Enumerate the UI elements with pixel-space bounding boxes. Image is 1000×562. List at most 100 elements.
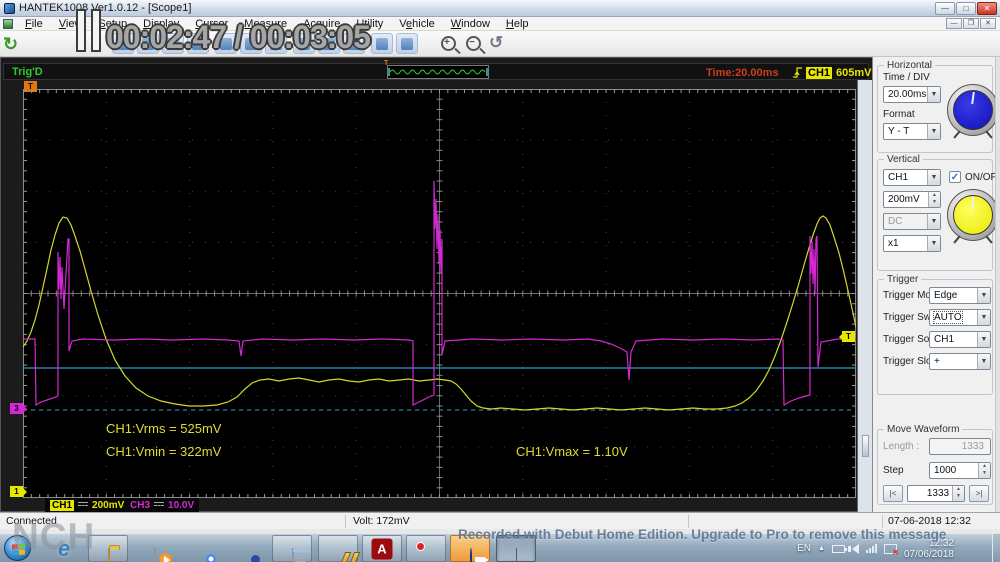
- step-spinner[interactable]: 1000 ▲ ▼: [929, 462, 991, 479]
- preview-waveform: [388, 68, 488, 76]
- taskbar-firefox[interactable]: [226, 535, 266, 562]
- trigger-sweep-select[interactable]: AUTO ▼: [929, 309, 991, 326]
- trigger-level-readout: 605mV: [836, 67, 872, 79]
- taskbar-notepad[interactable]: [272, 535, 312, 562]
- horizontal-title: Horizontal: [884, 60, 936, 71]
- volt-scale-spinner[interactable]: 200mV ▲ ▼: [883, 191, 941, 208]
- mdi-minimize-button[interactable]: —: [946, 18, 962, 29]
- ch3-level-marker[interactable]: 3: [10, 403, 27, 414]
- length-field: 1333: [929, 438, 991, 455]
- media-player-icon: [154, 547, 172, 562]
- dc-coupling-icon: [154, 501, 165, 509]
- go-last-button[interactable]: >|: [969, 485, 989, 502]
- signal-icon[interactable]: [865, 544, 877, 553]
- debut-camera-icon: [470, 547, 472, 562]
- debut-watermark: Recorded with Debut Home Edition. Upgrad…: [458, 527, 947, 542]
- open-file-icon[interactable]: ↻: [3, 33, 18, 55]
- control-panel: Horizontal Time / DIV 20.00ms ▼ Format Y …: [872, 57, 1000, 512]
- vertical-knob[interactable]: [947, 189, 999, 244]
- volt-readout: Volt: 172mV: [353, 515, 410, 527]
- menu-item-vehicle[interactable]: Vehicle: [391, 18, 442, 30]
- move-waveform-title: Move Waveform: [884, 424, 963, 435]
- step-label: Step: [883, 465, 904, 476]
- mdi-restore-button[interactable]: ❐: [963, 18, 979, 29]
- trigger-channel-badge: CH1: [806, 67, 833, 79]
- taskbar-adobe-reader[interactable]: A: [362, 535, 402, 562]
- recorder-pause-icon: [76, 9, 86, 52]
- ch3-scale-value: 10.0V: [168, 499, 195, 511]
- recorder-timer: 00:02:47 / 00:03:05: [106, 19, 371, 55]
- close-button[interactable]: ✕: [977, 2, 997, 15]
- trigger-title: Trigger: [884, 274, 922, 285]
- probe-select[interactable]: x1 ▼: [883, 235, 941, 252]
- panel-scrollbar[interactable]: [995, 57, 1000, 512]
- scope1-window-icon[interactable]: [3, 18, 13, 29]
- measurement-vrms: CH1:Vrms = 525mV: [106, 421, 222, 436]
- trigger-level-marker[interactable]: T: [839, 331, 855, 342]
- time-per-div-readout: Time:20.00ms: [706, 67, 779, 79]
- oscilloscope-app-icon: [516, 547, 554, 562]
- measurement-vmin: CH1:Vmin = 322mV: [106, 444, 222, 459]
- waveform-canvas: [23, 89, 856, 498]
- show-desktop-button[interactable]: [992, 534, 1000, 562]
- time-div-select[interactable]: 20.00ms ▼: [883, 86, 941, 103]
- length-label: Length :: [883, 441, 920, 452]
- zoom-out-icon[interactable]: −: [466, 36, 481, 51]
- ch3-scale-label[interactable]: CH3 10.0V: [125, 498, 200, 512]
- notepad-icon: [292, 547, 294, 562]
- time-div-label: Time / DIV: [883, 72, 930, 83]
- app-icon: [4, 2, 15, 14]
- mdi-close-button[interactable]: ✕: [980, 18, 996, 29]
- language-indicator[interactable]: EN: [797, 543, 811, 554]
- scope-status-bar: Trig'D T Time:20.00ms CH1 605mV: [3, 60, 872, 80]
- ch1-level-marker[interactable]: 1: [10, 486, 27, 497]
- trigger-mode-select[interactable]: Edge ▼: [929, 287, 991, 304]
- toolbar-button[interactable]: [396, 33, 418, 54]
- panel-splitter[interactable]: [857, 80, 873, 513]
- tray-date: 07/06/2018: [903, 548, 954, 560]
- zoom-in-icon[interactable]: +: [441, 36, 456, 51]
- splitter-grip[interactable]: [862, 435, 869, 457]
- screen: HANTEK1008 Ver1.0.12 - [Scope1] — □ ✕ Fi…: [0, 0, 1000, 562]
- maximize-button[interactable]: □: [956, 2, 976, 15]
- undo-icon[interactable]: ↺: [489, 33, 503, 53]
- channel-select[interactable]: CH1 ▼: [883, 169, 941, 186]
- minimize-button[interactable]: —: [935, 2, 955, 15]
- taskbar-media-player[interactable]: [134, 535, 174, 562]
- adobe-reader-icon: A: [371, 538, 393, 559]
- menu-item-file[interactable]: File: [17, 18, 51, 30]
- scope-region: Trig'D T Time:20.00ms CH1 605mV CH1:Vrms…: [0, 57, 873, 513]
- ch1-badge: CH1: [50, 499, 75, 511]
- menu-item-window[interactable]: Window: [443, 18, 498, 30]
- toolbar-button[interactable]: [371, 33, 393, 54]
- hidden-icons-chevron[interactable]: ▲: [818, 545, 825, 552]
- network-error-icon[interactable]: [883, 543, 899, 557]
- position-spinner[interactable]: 1333 ▲ ▼: [907, 485, 965, 502]
- trigger-slope-icon: [792, 66, 804, 84]
- measurement-vmax: CH1:Vmax = 1.10V: [516, 444, 628, 459]
- nch-watermark: NCHSoftware: [12, 516, 96, 562]
- horizontal-knob[interactable]: [947, 84, 999, 139]
- battery-icon[interactable]: [831, 544, 847, 553]
- menu-item-help[interactable]: Help: [498, 18, 537, 30]
- format-select[interactable]: Y - T ▼: [883, 123, 941, 140]
- channel-onoff-checkbox[interactable]: ✓: [949, 171, 961, 183]
- trigger-source-select[interactable]: CH1 ▼: [929, 331, 991, 348]
- status-datetime: 07-06-2018 12:32: [888, 515, 971, 527]
- folder-icon: [108, 547, 110, 562]
- coupling-select: DC ▼: [883, 213, 941, 230]
- taskbar-chrome[interactable]: [180, 535, 220, 562]
- recorder-pause-icon: [91, 9, 101, 52]
- volume-icon[interactable]: [847, 543, 859, 554]
- ch1-scale-label[interactable]: CH1 200mV: [45, 498, 130, 512]
- channel-labels: CH1 200mV CH3 10.0V: [3, 498, 869, 513]
- go-first-button[interactable]: |<: [883, 485, 903, 502]
- taskbar-debut-video[interactable]: [406, 535, 446, 562]
- ch1-scale-value: 200mV: [92, 499, 125, 511]
- trigger-slope-select[interactable]: + ▼: [929, 353, 991, 370]
- taskbar-gold-tool[interactable]: [318, 535, 361, 562]
- waveform-preview[interactable]: [387, 65, 489, 79]
- trigger-time-marker[interactable]: T: [24, 81, 37, 92]
- oscilloscope-display[interactable]: CH1:Vrms = 525mV CH1:Vmin = 322mV CH1:Vm…: [23, 89, 856, 498]
- format-label: Format: [883, 109, 915, 120]
